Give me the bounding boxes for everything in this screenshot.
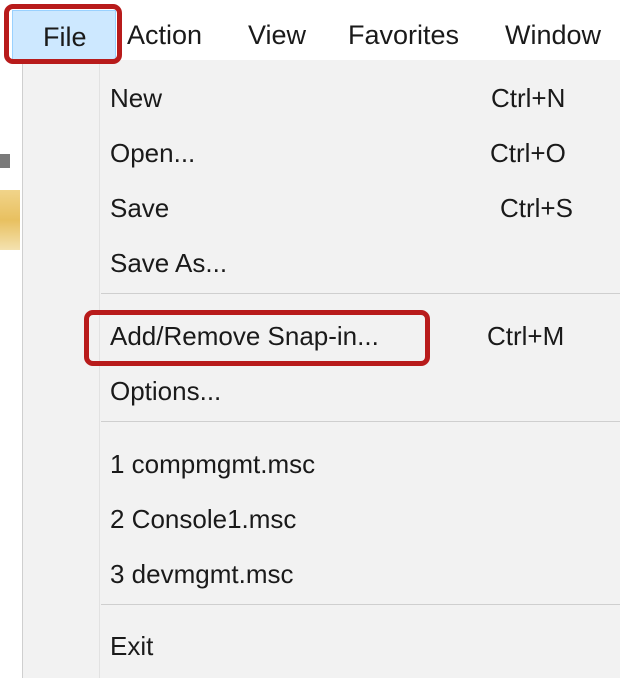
menu-item-label: Open... [110,138,196,168]
screenshot-root: File Action View Favorites Window New Ct… [0,0,620,678]
menu-item-label: Exit [110,631,154,661]
menu-separator [101,421,620,422]
menu-separator [101,604,620,605]
menu-item-label: Save [110,193,170,223]
menu-item-label: 2 Console1.msc [110,504,297,534]
menu-item-save[interactable]: Save Ctrl+S [23,182,620,234]
menu-item-label: Save As... [110,248,228,278]
file-menu-dropdown: New Ctrl+N Open... Ctrl+O Save Ctrl+S Sa… [22,60,620,678]
menu-item-exit[interactable]: Exit [23,620,620,672]
menu-item-label: Add/Remove Snap-in... [110,321,379,351]
menu-bar: File Action View Favorites Window [0,0,620,66]
menu-separator [101,293,620,294]
menu-item-label: 3 devmgmt.msc [110,559,294,589]
menu-item-recent-3[interactable]: 3 devmgmt.msc [23,548,620,600]
menu-item-shortcut: Ctrl+O [490,138,566,168]
menu-view[interactable]: View [248,12,306,58]
menu-item-shortcut: Ctrl+M [487,321,565,351]
menu-item-label: Options... [110,376,222,406]
toolbar-fragment-icon [0,154,10,168]
menu-item-shortcut: Ctrl+S [500,193,573,223]
menu-favorites[interactable]: Favorites [348,12,459,58]
menu-item-new[interactable]: New Ctrl+N [23,72,620,124]
menu-action[interactable]: Action [127,12,202,58]
menu-file[interactable]: File [12,10,116,60]
menu-item-open[interactable]: Open... Ctrl+O [23,127,620,179]
menu-item-shortcut: Ctrl+N [491,83,566,113]
folder-icon [0,190,20,250]
menu-item-add-remove-snap-in[interactable]: Add/Remove Snap-in... Ctrl+M [23,310,620,362]
menu-item-recent-1[interactable]: 1 compmgmt.msc [23,438,620,490]
menu-item-options[interactable]: Options... [23,365,620,417]
menu-item-label: 1 compmgmt.msc [110,449,316,479]
menu-window[interactable]: Window [505,12,601,58]
menu-item-recent-2[interactable]: 2 Console1.msc [23,493,620,545]
menu-item-label: New [110,83,163,113]
menu-item-save-as[interactable]: Save As... [23,237,620,289]
